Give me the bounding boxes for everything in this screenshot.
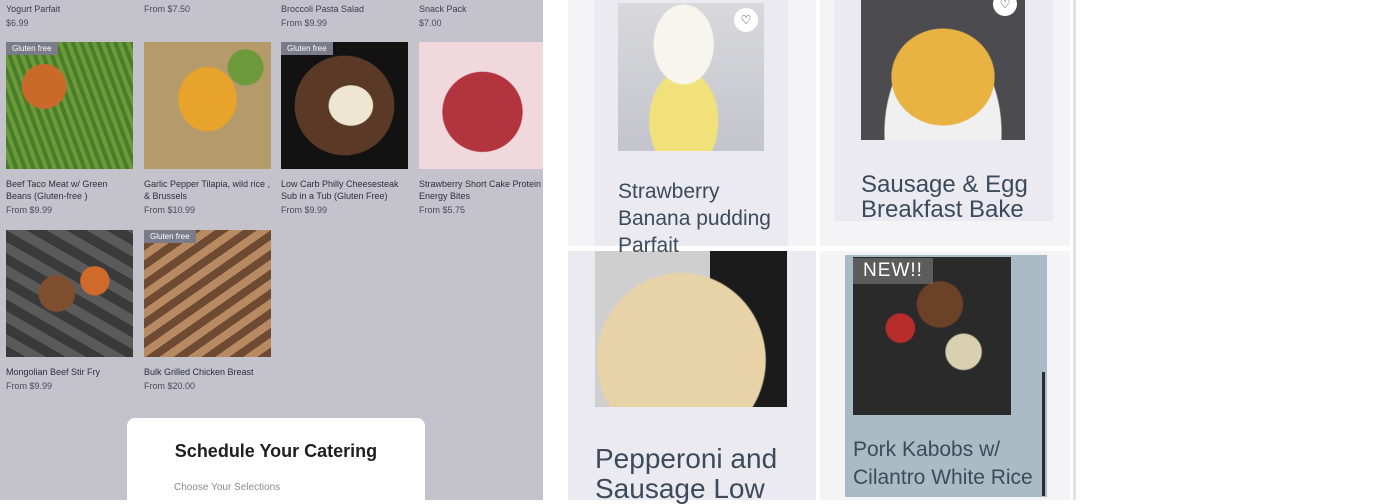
- title-line: Pepperoni and: [595, 443, 778, 474]
- new-badge: NEW!!: [853, 258, 933, 284]
- kabobs-title[interactable]: Pork Kabobs w/ Cilantro White Rice: [853, 436, 1033, 492]
- product-image[interactable]: Gluten free: [6, 42, 133, 169]
- product-price: $7.00: [419, 18, 442, 28]
- product-name: Broccoli Pasta Salad: [281, 4, 365, 14]
- product-grid-panel: Yogurt Parfait $6.99 From $7.50 Broccoli…: [0, 0, 543, 500]
- product-card-top-2[interactable]: From $7.50: [144, 0, 274, 15]
- product-price: From $9.99: [6, 381, 53, 391]
- product-card-philly[interactable]: Gluten free Low Carb Philly Cheesesteak …: [281, 42, 408, 216]
- sausage-title[interactable]: Sausage & Egg Breakfast Bake: [861, 172, 1028, 222]
- product-name[interactable]: Beef Taco Meat w/ Green Beans (Gluten-fr…: [6, 178, 133, 202]
- heart-icon[interactable]: ♡: [734, 8, 758, 32]
- gluten-free-badge: Gluten free: [144, 230, 196, 243]
- product-name[interactable]: Low Carb Philly Cheesesteak Sub in a Tub…: [281, 178, 408, 202]
- catering-title: Schedule Your Catering: [174, 441, 378, 461]
- product-card-strawberry[interactable]: Strawberry Short Cake Protein Energy Bit…: [419, 42, 543, 216]
- product-price: From $7.50: [144, 4, 191, 14]
- pepperoni-title[interactable]: Pepperoni and Sausage Low: [595, 444, 777, 504]
- product-name[interactable]: Bulk Grilled Chicken Breast: [144, 366, 271, 378]
- product-price: From $9.99: [281, 205, 328, 215]
- parfait-title[interactable]: Strawberry Banana pudding Parfait: [618, 178, 771, 259]
- gluten-free-badge: Gluten free: [281, 42, 333, 55]
- product-price: From $5.75: [419, 205, 466, 215]
- title-line: Strawberry: [618, 180, 720, 203]
- product-name: Yogurt Parfait: [6, 4, 61, 14]
- product-card-mongolian[interactable]: Mongolian Beef Stir Fry From $9.99: [6, 230, 133, 392]
- scrollbar[interactable]: [1042, 372, 1045, 496]
- gluten-free-badge: Gluten free: [6, 42, 58, 55]
- product-name: Snack Pack: [419, 4, 467, 14]
- product-card-top-4[interactable]: Snack Pack $7.00: [419, 0, 543, 29]
- sausage-bake-image[interactable]: [861, 0, 1025, 140]
- title-line: Breakfast Bake: [861, 196, 1024, 223]
- product-image[interactable]: [144, 42, 271, 169]
- catering-choose-selections[interactable]: Choose Your Selections: [174, 482, 280, 493]
- pepperoni-image[interactable]: [595, 251, 787, 407]
- product-image[interactable]: Gluten free: [144, 230, 271, 357]
- title-line: Banana pudding: [618, 207, 771, 230]
- product-image[interactable]: [6, 230, 133, 357]
- title-line: Parfait: [618, 234, 679, 257]
- product-card-tilapia[interactable]: Garlic Pepper Tilapia, wild rice , & Bru…: [144, 42, 271, 216]
- catering-widget: Schedule Your Catering Choose Your Selec…: [127, 418, 425, 500]
- title-line: Sausage & Egg: [861, 171, 1028, 198]
- product-image[interactable]: [419, 42, 543, 169]
- product-price: From $9.99: [281, 18, 328, 28]
- product-card-beef-taco[interactable]: Gluten free Beef Taco Meat w/ Green Bean…: [6, 42, 133, 216]
- panel-divider: [1073, 0, 1076, 500]
- product-image[interactable]: Gluten free: [281, 42, 408, 169]
- product-price: From $9.99: [6, 205, 53, 215]
- product-price: $6.99: [6, 18, 29, 28]
- product-card-chicken[interactable]: Gluten free Bulk Grilled Chicken Breast …: [144, 230, 271, 392]
- title-line: Cilantro White Rice: [853, 466, 1033, 489]
- product-name[interactable]: Mongolian Beef Stir Fry: [6, 366, 133, 378]
- product-card-top-1[interactable]: Yogurt Parfait $6.99: [6, 0, 136, 29]
- product-price: From $20.00: [144, 381, 196, 391]
- product-name[interactable]: Strawberry Short Cake Protein Energy Bit…: [419, 178, 543, 202]
- title-line: Pork Kabobs w/: [853, 438, 1001, 461]
- product-price: From $10.99: [144, 205, 196, 215]
- product-card-top-3[interactable]: Broccoli Pasta Salad From $9.99: [281, 0, 411, 29]
- product-name[interactable]: Garlic Pepper Tilapia, wild rice , & Bru…: [144, 178, 271, 202]
